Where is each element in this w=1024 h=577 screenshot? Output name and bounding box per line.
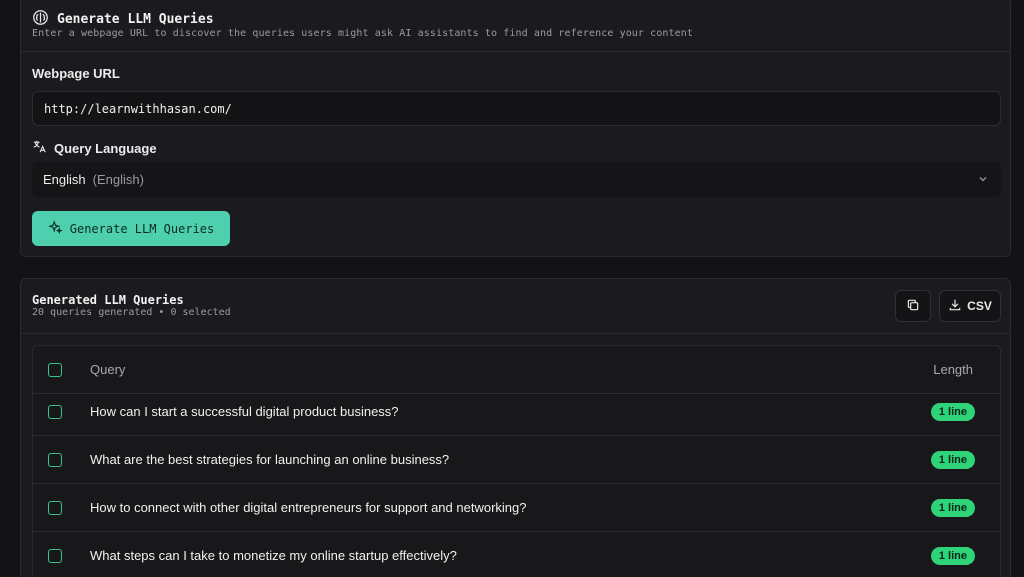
- language-selected: English: [43, 172, 86, 187]
- length-badge: 1 line: [930, 451, 975, 469]
- table-header-row: Query Length: [33, 346, 1000, 394]
- query-text: How can I start a successful digital pro…: [90, 404, 399, 419]
- generate-card-header: Generate LLM Queries Enter a webpage URL…: [21, 0, 1010, 52]
- page-title: Generate LLM Queries: [32, 9, 214, 30]
- generate-button[interactable]: Generate LLM Queries: [32, 211, 230, 246]
- results-subtitle: 20 queries generated • 0 selected: [32, 307, 231, 318]
- table-row[interactable]: What steps can I take to monetize my onl…: [33, 532, 1000, 577]
- language-label: Query Language: [32, 139, 157, 157]
- download-icon: [948, 298, 962, 315]
- length-badge: 1 line: [930, 547, 975, 565]
- query-text: How to connect with other digital entrep…: [90, 500, 527, 515]
- query-text: What are the best strategies for launchi…: [90, 452, 450, 467]
- row-checkbox[interactable]: [48, 453, 62, 467]
- page-title-text: Generate LLM Queries: [57, 12, 214, 27]
- table-row[interactable]: How can I start a successful digital pro…: [33, 388, 1000, 436]
- generate-button-label: Generate LLM Queries: [69, 221, 215, 236]
- csv-label: CSV: [967, 299, 992, 313]
- row-checkbox[interactable]: [48, 405, 62, 419]
- length-badge: 1 line: [930, 499, 975, 517]
- table-row[interactable]: How to connect with other digital entrep…: [33, 484, 1000, 532]
- table-row[interactable]: What are the best strategies for launchi…: [33, 436, 1000, 484]
- csv-download-button[interactable]: CSV: [939, 290, 1001, 322]
- copy-button[interactable]: [895, 290, 931, 322]
- length-badge: 1 line: [930, 403, 975, 421]
- sparkles-icon: [47, 219, 63, 238]
- copy-icon: [906, 298, 920, 315]
- row-checkbox[interactable]: [48, 549, 62, 563]
- chevron-down-icon: [977, 173, 989, 185]
- select-all-checkbox[interactable]: [48, 363, 62, 377]
- row-checkbox[interactable]: [48, 501, 62, 515]
- generate-card: Generate LLM Queries Enter a webpage URL…: [20, 0, 1011, 257]
- language-select[interactable]: English (English): [32, 162, 1001, 197]
- brain-icon: [32, 9, 49, 30]
- language-native: (English): [92, 172, 144, 187]
- results-title: Generated LLM Queries: [32, 293, 184, 307]
- translate-icon: [32, 139, 47, 157]
- url-input[interactable]: [32, 91, 1001, 126]
- results-header: Generated LLM Queries 20 queries generat…: [21, 279, 1010, 334]
- column-query: Query: [90, 362, 126, 377]
- url-label: Webpage URL: [32, 66, 120, 81]
- query-text: What steps can I take to monetize my onl…: [90, 548, 457, 563]
- language-label-text: Query Language: [54, 140, 157, 156]
- page-subtitle: Enter a webpage URL to discover the quer…: [32, 28, 694, 39]
- results-card: Generated LLM Queries 20 queries generat…: [20, 278, 1011, 577]
- column-length: Length: [933, 362, 973, 377]
- queries-table: Query Length How can I start a successfu…: [32, 345, 1001, 577]
